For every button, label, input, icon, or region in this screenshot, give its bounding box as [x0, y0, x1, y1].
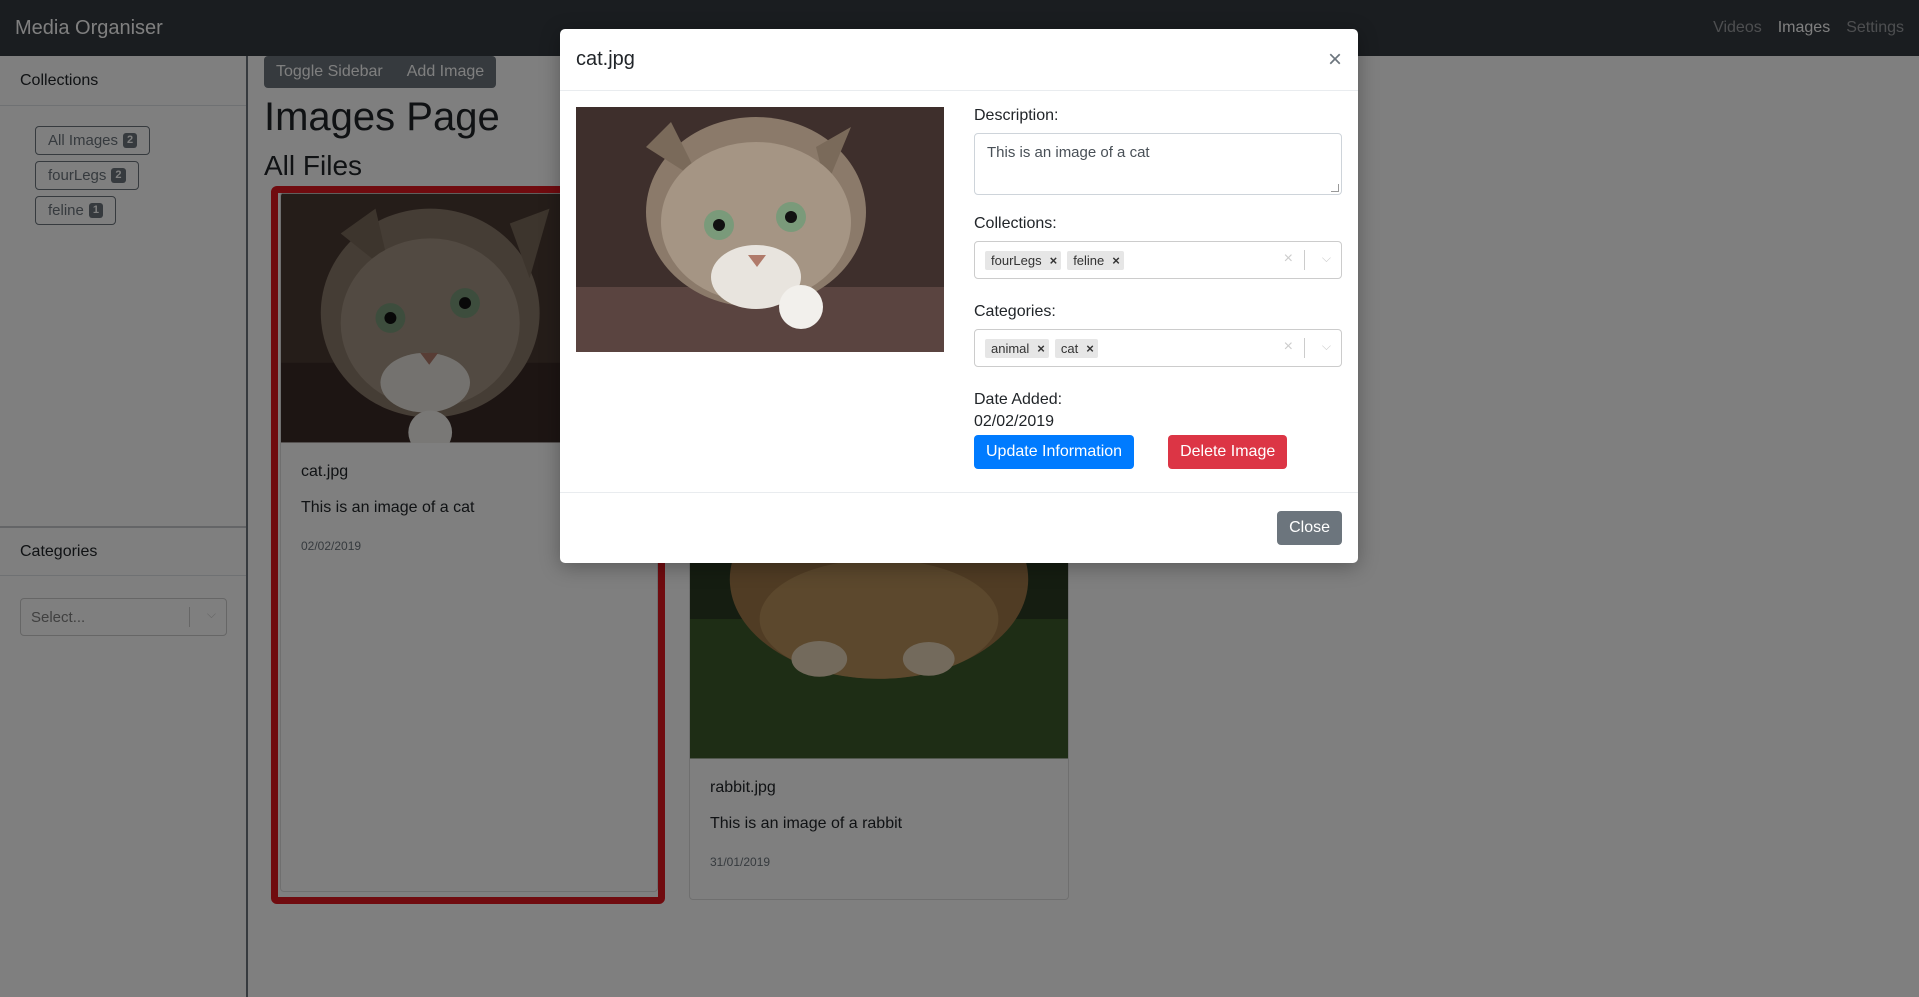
cat-photo-icon [576, 107, 944, 352]
remove-tag-icon[interactable]: × [1112, 253, 1120, 268]
modal-footer: Close [560, 493, 1358, 563]
clear-icon[interactable]: × [1284, 250, 1293, 268]
close-button[interactable]: Close [1277, 511, 1342, 545]
remove-tag-icon[interactable]: × [1086, 341, 1094, 356]
resize-grip-icon[interactable] [1331, 184, 1339, 192]
collection-tag: fourLegs × [985, 250, 1062, 270]
remove-tag-icon[interactable]: × [1050, 253, 1058, 268]
chevron-down-icon[interactable]: ⌵ [1322, 339, 1331, 354]
clear-icon[interactable]: × [1284, 338, 1293, 356]
modal-actions: Update Information Delete Image [974, 435, 1343, 469]
description-value: This is an image of a cat [987, 144, 1150, 161]
select-separator [1304, 250, 1305, 270]
tag-label: feline [1073, 252, 1105, 268]
modal-title: cat.jpg [576, 48, 635, 70]
collection-tag: feline × [1067, 250, 1124, 270]
tag-label: cat [1060, 340, 1079, 356]
remove-tag-icon[interactable]: × [1037, 341, 1045, 356]
image-info-form: Description: This is an image of a cat C… [974, 107, 1343, 469]
date-added-value: 02/02/2019 [974, 413, 1055, 430]
tag-label: animal [991, 340, 1030, 356]
description-textarea[interactable]: This is an image of a cat [974, 133, 1342, 195]
modal-header: cat.jpg × [560, 29, 1358, 91]
categories-multiselect[interactable]: animal × cat × × ⌵ [974, 329, 1342, 367]
categories-label: Categories: [974, 303, 1056, 320]
date-added-label: Date Added: [974, 391, 1063, 408]
category-tag: animal × [985, 338, 1049, 358]
update-information-button[interactable]: Update Information [974, 435, 1135, 469]
collections-multiselect[interactable]: fourLegs × feline × × ⌵ [974, 241, 1342, 279]
tag-label: fourLegs [991, 252, 1042, 268]
category-tag: cat × [1054, 338, 1098, 358]
image-details-modal: cat.jpg × Description: This is an image … [560, 29, 1358, 563]
select-separator [1304, 338, 1305, 358]
description-label: Description: [974, 107, 1059, 124]
chevron-down-icon[interactable]: ⌵ [1322, 251, 1331, 266]
close-icon[interactable]: × [1328, 47, 1342, 72]
collections-label: Collections: [974, 215, 1057, 232]
modal-body: Description: This is an image of a cat C… [560, 91, 1358, 493]
delete-image-button[interactable]: Delete Image [1168, 435, 1288, 469]
